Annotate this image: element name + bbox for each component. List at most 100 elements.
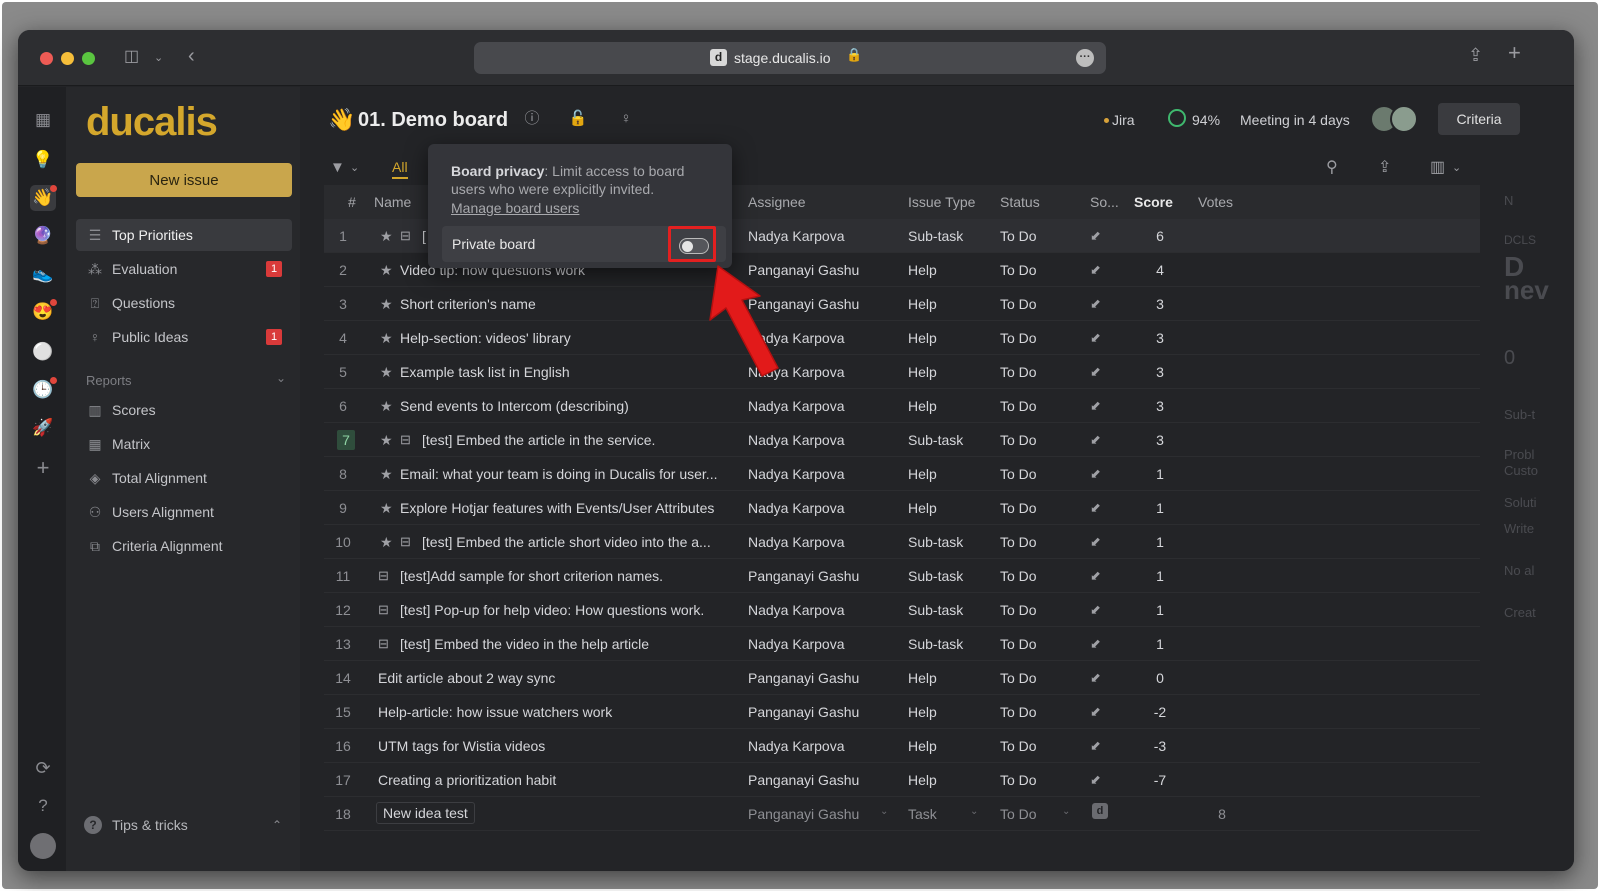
assignee[interactable]: Nadya Karpova xyxy=(748,227,898,245)
issue-name[interactable]: Explore Hotjar features with Events/User… xyxy=(400,499,734,517)
issue-type[interactable]: Sub-task xyxy=(908,567,992,585)
board-bulb-icon[interactable]: 💡 xyxy=(30,147,56,173)
apps-grid-icon[interactable]: ▦ xyxy=(30,107,56,133)
issue-type[interactable]: Sub-task xyxy=(908,431,992,449)
issue-status[interactable]: To Do xyxy=(1000,227,1080,245)
assignee-select[interactable]: Panganayi Gashu xyxy=(748,805,898,823)
chevron-down-icon[interactable]: ⌄ xyxy=(1452,161,1461,174)
reports-heading[interactable]: Reports xyxy=(86,373,132,388)
avatar[interactable] xyxy=(1390,105,1418,133)
table-row[interactable]: 4 ★ Help-section: videos' library Nadya Kar… xyxy=(324,321,1480,355)
issue-status[interactable]: To Do xyxy=(1000,397,1080,415)
issue-status[interactable]: To Do xyxy=(1000,737,1080,755)
board-shoe-icon[interactable]: 👟 xyxy=(30,261,56,287)
column-header-status[interactable]: Status xyxy=(1000,194,1040,210)
table-row[interactable]: 17 Creating a prioritization habit Pangana… xyxy=(324,763,1480,797)
tab-all[interactable]: All xyxy=(392,159,408,179)
assignee[interactable]: Panganayi Gashu xyxy=(748,669,898,687)
issue-name[interactable]: Help-article: how issue watchers work xyxy=(378,703,734,721)
bulb-icon[interactable]: ♀ xyxy=(616,109,636,129)
sidebar-item-total-alignment[interactable]: ◈ Total Alignment xyxy=(76,462,292,494)
chevron-down-icon[interactable]: ⌄ xyxy=(350,161,359,174)
chevron-down-icon[interactable]: ⌄ xyxy=(276,371,286,385)
table-row[interactable]: 12 ⊟ [test] Pop-up for help video: How que… xyxy=(324,593,1480,627)
issue-name[interactable]: UTM tags for Wistia videos xyxy=(378,737,734,755)
issue-name[interactable]: Send events to Intercom (describing) xyxy=(400,397,734,415)
assignee[interactable]: Panganayi Gashu xyxy=(748,703,898,721)
close-window-button[interactable] xyxy=(40,52,53,65)
assignee[interactable]: Nadya Karpova xyxy=(748,601,898,619)
issue-type[interactable]: Help xyxy=(908,703,992,721)
issue-type-select[interactable]: Task xyxy=(908,805,992,823)
issue-type[interactable]: Help xyxy=(908,465,992,483)
star-icon[interactable]: ★ xyxy=(380,227,393,245)
board-title[interactable]: 01. Demo board xyxy=(358,107,508,133)
zoom-window-button[interactable] xyxy=(82,52,95,65)
sidebar-item-public-ideas[interactable]: ♀ Public Ideas 1 xyxy=(76,321,292,353)
column-header-score[interactable]: Score xyxy=(1134,194,1173,210)
issue-status[interactable]: To Do xyxy=(1000,567,1080,585)
assignee[interactable]: Nadya Karpova xyxy=(748,431,898,449)
columns-icon[interactable]: ▥ xyxy=(1430,157,1445,177)
board-ball-icon[interactable]: ⚪ xyxy=(30,339,56,365)
sidebar-item-matrix[interactable]: ▦ Matrix xyxy=(76,428,292,460)
column-header-issue-type[interactable]: Issue Type xyxy=(908,194,975,210)
chevron-up-icon[interactable]: ⌃ xyxy=(272,809,282,841)
chevron-down-icon[interactable]: ⌄ xyxy=(154,49,163,67)
board-rocket-icon[interactable]: 🚀 xyxy=(30,415,56,441)
assignee[interactable]: Nadya Karpova xyxy=(748,533,898,551)
table-row[interactable]: 14 Edit article about 2 way sync Panganayi… xyxy=(324,661,1480,695)
criteria-button[interactable]: Criteria xyxy=(1438,103,1520,135)
issue-name[interactable]: Example task list in English xyxy=(400,363,734,381)
table-row[interactable]: 15 Help-article: how issue watchers work P… xyxy=(324,695,1480,729)
column-header-assignee[interactable]: Assignee xyxy=(748,194,806,210)
star-icon[interactable]: ★ xyxy=(380,261,393,279)
assignee[interactable]: Nadya Karpova xyxy=(748,397,898,415)
new-tab-plus-icon[interactable]: + xyxy=(1508,42,1521,64)
evaluation-progress[interactable]: 94% xyxy=(1192,111,1220,129)
sidebar-toggle-icon[interactable]: ◫ xyxy=(124,48,139,66)
user-avatar[interactable] xyxy=(30,833,56,859)
assignee[interactable]: Nadya Karpova xyxy=(748,499,898,517)
issue-type[interactable]: Sub-task xyxy=(908,227,992,245)
sidebar-item-evaluation[interactable]: ⁂ Evaluation 1 xyxy=(76,253,292,285)
table-row[interactable]: 6 ★ Send events to Intercom (describing) Na… xyxy=(324,389,1480,423)
minimize-window-button[interactable] xyxy=(61,52,74,65)
issue-status[interactable]: To Do xyxy=(1000,669,1080,687)
ducalis-logo[interactable]: ducalis xyxy=(86,99,218,145)
issue-type[interactable]: Help xyxy=(908,499,992,517)
chevron-down-icon[interactable]: ⌄ xyxy=(880,806,888,817)
issue-name[interactable]: [test] Embed the article in the service. xyxy=(422,431,734,449)
help-icon[interactable]: ? xyxy=(30,793,56,819)
issue-name[interactable]: Creating a prioritization habit xyxy=(378,771,734,789)
issue-type[interactable]: Help xyxy=(908,771,992,789)
address-bar[interactable]: d stage.ducalis.io 🔒 ··· xyxy=(474,42,1106,74)
issue-name[interactable]: Short criterion's name xyxy=(400,295,734,313)
issue-name[interactable]: [test] Pop-up for help video: How questi… xyxy=(400,601,734,619)
new-issue-row[interactable]: 18 New idea test Panganayi Gashu ⌄ Task ⌄ To D… xyxy=(324,797,1480,831)
star-icon[interactable]: ★ xyxy=(380,431,393,449)
sidebar-item-top-priorities[interactable]: ☰ Top Priorities xyxy=(76,219,292,251)
issue-name[interactable]: [test] Embed the article short video int… xyxy=(422,533,734,551)
new-issue-name-input[interactable]: New idea test xyxy=(376,802,475,824)
table-row[interactable]: 16 UTM tags for Wistia videos Nadya Karpov… xyxy=(324,729,1480,763)
chevron-down-icon[interactable]: ⌄ xyxy=(970,806,978,817)
assignee[interactable]: Nadya Karpova xyxy=(748,635,898,653)
sidebar-item-scores[interactable]: ▥ Scores xyxy=(76,394,292,426)
issue-status[interactable]: To Do xyxy=(1000,703,1080,721)
issue-name[interactable]: [test]Add sample for short criterion nam… xyxy=(400,567,734,585)
jira-integration[interactable]: Jira xyxy=(1112,111,1135,129)
tips-and-tricks[interactable]: ? Tips & tricks ⌃ xyxy=(76,809,292,841)
sidebar-item-criteria-alignment[interactable]: ⧉ Criteria Alignment xyxy=(76,530,292,562)
share-icon[interactable]: ⇪ xyxy=(1468,46,1483,64)
unlock-icon[interactable]: 🔓 xyxy=(568,109,588,129)
new-issue-button[interactable]: New issue xyxy=(76,163,292,197)
issue-status[interactable]: To Do xyxy=(1000,295,1080,313)
issue-type[interactable]: Help xyxy=(908,363,992,381)
more-icon[interactable]: ··· xyxy=(1076,49,1094,67)
sync-icon[interactable]: ⟳ xyxy=(30,755,56,781)
assignee[interactable]: Panganayi Gashu xyxy=(748,567,898,585)
issue-status[interactable]: To Do xyxy=(1000,771,1080,789)
board-crystal-icon[interactable]: 🔮 xyxy=(30,223,56,249)
issue-status[interactable]: To Do xyxy=(1000,465,1080,483)
